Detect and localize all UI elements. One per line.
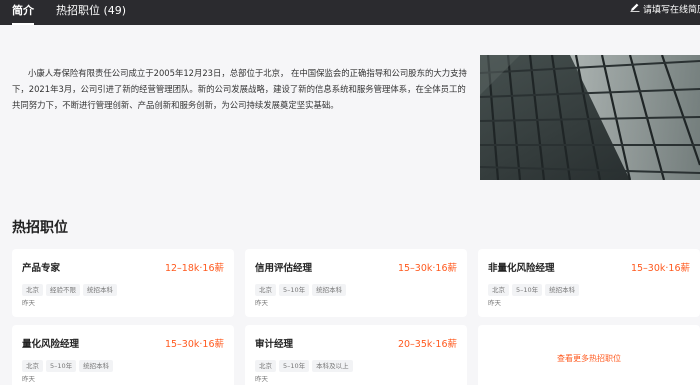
job-title: 量化风险经理 [22, 339, 80, 350]
tab-intro[interactable]: 简介 [12, 0, 34, 25]
company-building-photo [480, 55, 700, 180]
job-tag-city: 北京 [22, 284, 43, 296]
job-tag-experience: 5–10年 [46, 360, 77, 372]
pen-icon [630, 0, 640, 20]
fill-resume-label: 请填写在线简历 [643, 5, 700, 16]
job-tags: 北京 5–10年 统招本科 [488, 277, 582, 296]
job-salary: 20–35k·16薪 [397, 339, 457, 350]
job-title: 非量化风险经理 [488, 263, 555, 274]
view-more-jobs-link[interactable]: 查看更多热招职位 [478, 353, 700, 364]
job-post-date: 昨天 [255, 375, 268, 383]
job-card[interactable]: 信用评估经理 15–30k·16薪 北京 5–10年 统招本科 昨天 [245, 249, 467, 317]
view-more-jobs-card[interactable]: 查看更多热招职位 [478, 325, 700, 385]
job-tags: 北京 5–10年 统招本科 [255, 277, 349, 296]
job-post-date: 昨天 [488, 299, 501, 307]
job-tag-experience: 经验不限 [46, 284, 80, 296]
job-post-date: 昨天 [255, 299, 268, 307]
job-tag-education: 统招本科 [312, 284, 347, 296]
tab-hot-jobs[interactable]: 热招职位 (49) [56, 0, 126, 25]
job-card[interactable]: 非量化风险经理 15–30k·16薪 北京 5–10年 统招本科 昨天 [478, 249, 700, 317]
job-tags: 北京 经验不限 统招本科 [22, 277, 120, 296]
job-title: 信用评估经理 [255, 263, 313, 274]
job-tag-experience: 5–10年 [512, 284, 543, 296]
tab-intro-label: 简介 [12, 4, 34, 17]
job-salary: 15–30k·16薪 [164, 339, 224, 350]
job-tag-education: 统招本科 [79, 360, 114, 372]
job-tag-city: 北京 [22, 360, 43, 372]
job-tag-experience: 5–10年 [279, 360, 310, 372]
job-post-date: 昨天 [22, 375, 35, 383]
job-title: 产品专家 [22, 263, 61, 274]
job-card[interactable]: 量化风险经理 15–30k·16薪 北京 5–10年 统招本科 昨天 [12, 325, 234, 385]
job-tag-experience: 5–10年 [279, 284, 310, 296]
top-nav-bar: 简介 热招职位 (49) 请填写在线简历 [0, 0, 700, 25]
job-title: 审计经理 [255, 339, 294, 350]
company-intro-section: 小康人寿保险有限责任公司成立于2005年12月23日，总部位于北京， 在中国保监… [0, 25, 700, 195]
job-card[interactable]: 产品专家 12–18k·16薪 北京 经验不限 统招本科 昨天 [12, 249, 234, 317]
job-tag-city: 北京 [488, 284, 509, 296]
job-post-date: 昨天 [22, 299, 35, 307]
job-salary: 12–18k·16薪 [164, 263, 224, 274]
job-tag-education: 统招本科 [83, 284, 117, 296]
fill-resume-link[interactable]: 请填写在线简历 [630, 0, 700, 25]
job-tags: 北京 5–10年 本科及以上 [255, 353, 356, 372]
hot-jobs-title: 热招职位 [12, 220, 68, 236]
job-tag-city: 北京 [255, 284, 276, 296]
company-description: 小康人寿保险有限责任公司成立于2005年12月23日，总部位于北京， 在中国保监… [12, 68, 467, 110]
job-tag-education: 本科及以上 [312, 360, 353, 372]
job-tags: 北京 5–10年 统招本科 [22, 353, 116, 372]
job-salary: 15–30k·16薪 [397, 263, 457, 274]
tab-hot-jobs-label: 热招职位 (49) [56, 4, 127, 17]
job-card[interactable]: 审计经理 20–35k·16薪 北京 5–10年 本科及以上 昨天 [245, 325, 467, 385]
job-salary: 15–30k·16薪 [630, 263, 690, 274]
job-tag-education: 统招本科 [545, 284, 580, 296]
job-tag-city: 北京 [255, 360, 276, 372]
